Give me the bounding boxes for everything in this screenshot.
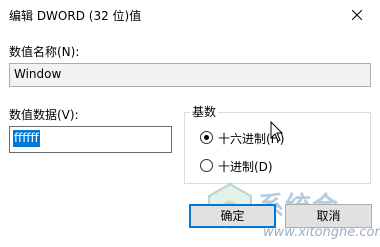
radio-decimal-circle[interactable] [200,159,213,172]
radio-selected-dot [204,135,209,140]
value-data-selected-text: ffffff [13,130,40,147]
value-data-label: 数值数据(V): [9,108,79,122]
radio-decimal-label[interactable]: 十进制(D) [218,158,273,175]
ok-button[interactable]: 确定 [189,204,276,228]
cancel-button[interactable]: 取消 [285,204,372,228]
value-name-label: 数值名称(N): [9,45,80,59]
value-name-text: Window [14,67,62,81]
dialog-title: 编辑 DWORD (32 位)值 [9,9,142,23]
close-button[interactable] [334,0,380,30]
value-name-field: Window [9,63,371,87]
base-group-title: 基数 [190,103,219,120]
radio-hexadecimal-circle[interactable] [200,131,213,144]
title-bar[interactable]: 编辑 DWORD (32 位)值 [0,0,380,30]
close-icon [352,10,362,20]
mouse-cursor-icon [270,121,284,142]
value-data-input[interactable]: ffffff [9,126,172,153]
edit-dword-dialog: 编辑 DWORD (32 位)值 数值名称(N): Window 数值数据(V)… [0,0,380,247]
